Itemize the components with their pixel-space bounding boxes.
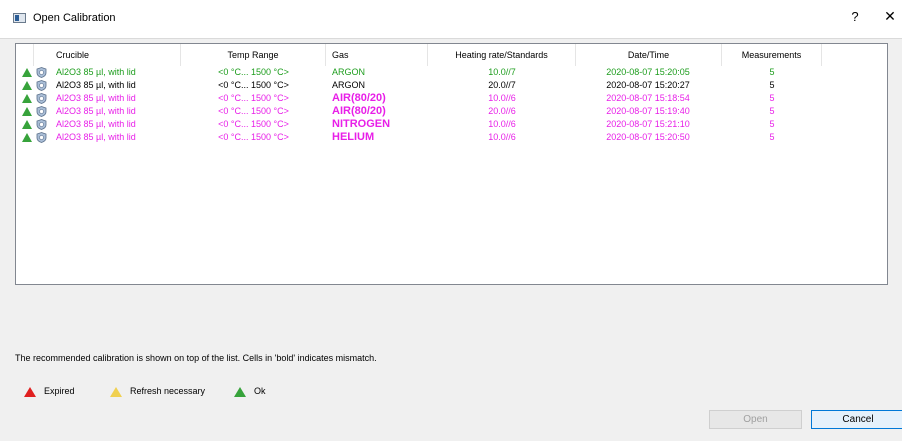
expired-triangle-icon xyxy=(24,386,36,397)
close-button[interactable]: ✕ xyxy=(880,8,900,25)
ok-status-icon xyxy=(22,94,32,103)
cell-temp-range: <0 °C... 1500 °C> xyxy=(218,80,289,90)
crucible-shield-icon xyxy=(36,119,47,130)
cell-date-time: 2020-08-07 15:21:10 xyxy=(606,119,690,129)
table-header: Crucible Temp Range Gas Heating rate/Sta… xyxy=(16,44,887,66)
legend-expired: Expired xyxy=(24,384,75,398)
cell-measurements: 5 xyxy=(769,67,775,77)
crucible-shield-icon xyxy=(36,93,47,104)
cell-date-time: 2020-08-07 15:20:27 xyxy=(606,80,690,90)
crucible-shield-icon xyxy=(36,80,47,91)
info-text: The recommended calibration is shown on … xyxy=(15,353,377,363)
cell-gas: HELIUM xyxy=(332,131,375,143)
legend-refresh: Refresh necessary xyxy=(110,384,205,398)
cell-heating-rate: 20.0//7 xyxy=(488,80,516,90)
cell-measurements: 5 xyxy=(769,132,775,142)
cell-measurements: 5 xyxy=(769,93,775,103)
header-heating-rate[interactable]: Heating rate/Standards xyxy=(428,44,576,66)
cell-measurements: 5 xyxy=(769,106,775,116)
cell-crucible: Al2O3 85 µl, with lid xyxy=(56,93,136,103)
cell-heating-rate: 10.0//6 xyxy=(488,93,516,103)
cell-crucible: Al2O3 85 µl, with lid xyxy=(56,106,136,116)
refresh-triangle-icon xyxy=(110,386,122,397)
header-status-column[interactable] xyxy=(16,44,34,66)
cell-date-time: 2020-08-07 15:18:54 xyxy=(606,93,690,103)
table-row[interactable]: Al2O3 85 µl, with lid <0 °C... 1500 °C> AR… xyxy=(16,66,887,79)
cell-temp-range: <0 °C... 1500 °C> xyxy=(218,93,289,103)
cell-crucible: Al2O3 85 µl, with lid xyxy=(56,80,136,90)
crucible-shield-icon xyxy=(36,67,47,78)
cell-heating-rate: 10.0//6 xyxy=(488,119,516,129)
ok-triangle-icon xyxy=(234,386,246,397)
header-measurements[interactable]: Measurements xyxy=(722,44,822,66)
cell-date-time: 2020-08-07 15:20:05 xyxy=(606,67,690,77)
table-row[interactable]: Al2O3 85 µl, with lid <0 °C... 1500 °C> HE… xyxy=(16,131,887,144)
ok-status-icon xyxy=(22,107,32,116)
table-row[interactable]: Al2O3 85 µl, with lid <0 °C... 1500 °C> AI… xyxy=(16,105,887,118)
cell-gas: ARGON xyxy=(332,80,366,90)
window-title: Open Calibration xyxy=(33,12,116,24)
ok-status-icon xyxy=(22,120,32,129)
cell-temp-range: <0 °C... 1500 °C> xyxy=(218,106,289,116)
cell-measurements: 5 xyxy=(769,119,775,129)
ok-status-icon xyxy=(22,81,32,90)
cell-gas: AIR(80/20) xyxy=(332,92,386,104)
help-button[interactable]: ? xyxy=(847,9,863,24)
legend-ok-label: Ok xyxy=(254,386,266,396)
cell-gas: AIR(80/20) xyxy=(332,105,386,117)
open-button[interactable]: Open xyxy=(709,410,802,429)
cell-heating-rate: 20.0//6 xyxy=(488,106,516,116)
legend-ok: Ok xyxy=(234,384,266,398)
table-row[interactable]: Al2O3 85 µl, with lid <0 °C... 1500 °C> NI… xyxy=(16,118,887,131)
cell-date-time: 2020-08-07 15:20:50 xyxy=(606,132,690,142)
crucible-shield-icon xyxy=(36,106,47,117)
cancel-button[interactable]: Cancel xyxy=(811,410,902,429)
cell-crucible: Al2O3 85 µl, with lid xyxy=(56,132,136,142)
cell-date-time: 2020-08-07 15:19:40 xyxy=(606,106,690,116)
legend-expired-label: Expired xyxy=(44,386,75,396)
cell-crucible: Al2O3 85 µl, with lid xyxy=(56,67,136,77)
cell-heating-rate: 10.0//6 xyxy=(488,132,516,142)
crucible-shield-icon xyxy=(36,132,47,143)
app-window-icon xyxy=(13,13,26,23)
ok-status-icon xyxy=(22,68,32,77)
table-row[interactable]: Al2O3 85 µl, with lid <0 °C... 1500 °C> AI… xyxy=(16,92,887,105)
title-separator xyxy=(0,38,902,39)
ok-status-icon xyxy=(22,133,32,142)
header-temp-range[interactable]: Temp Range xyxy=(181,44,326,66)
calibration-table[interactable]: Crucible Temp Range Gas Heating rate/Sta… xyxy=(15,43,888,285)
cell-gas: NITROGEN xyxy=(332,118,391,130)
table-row[interactable]: Al2O3 85 µl, with lid <0 °C... 1500 °C> AR… xyxy=(16,79,887,92)
cell-gas: ARGON xyxy=(332,67,366,77)
cell-temp-range: <0 °C... 1500 °C> xyxy=(218,67,289,77)
header-crucible[interactable]: Crucible xyxy=(34,44,181,66)
title-bar: Open Calibration ? ✕ xyxy=(0,0,902,38)
cell-temp-range: <0 °C... 1500 °C> xyxy=(218,119,289,129)
cell-heating-rate: 10.0//7 xyxy=(488,67,516,77)
cell-crucible: Al2O3 85 µl, with lid xyxy=(56,119,136,129)
legend-refresh-label: Refresh necessary xyxy=(130,386,206,396)
header-date-time[interactable]: Date/Time xyxy=(576,44,722,66)
header-gas[interactable]: Gas xyxy=(326,44,428,66)
cell-temp-range: <0 °C... 1500 °C> xyxy=(218,132,289,142)
cell-measurements: 5 xyxy=(769,80,775,90)
